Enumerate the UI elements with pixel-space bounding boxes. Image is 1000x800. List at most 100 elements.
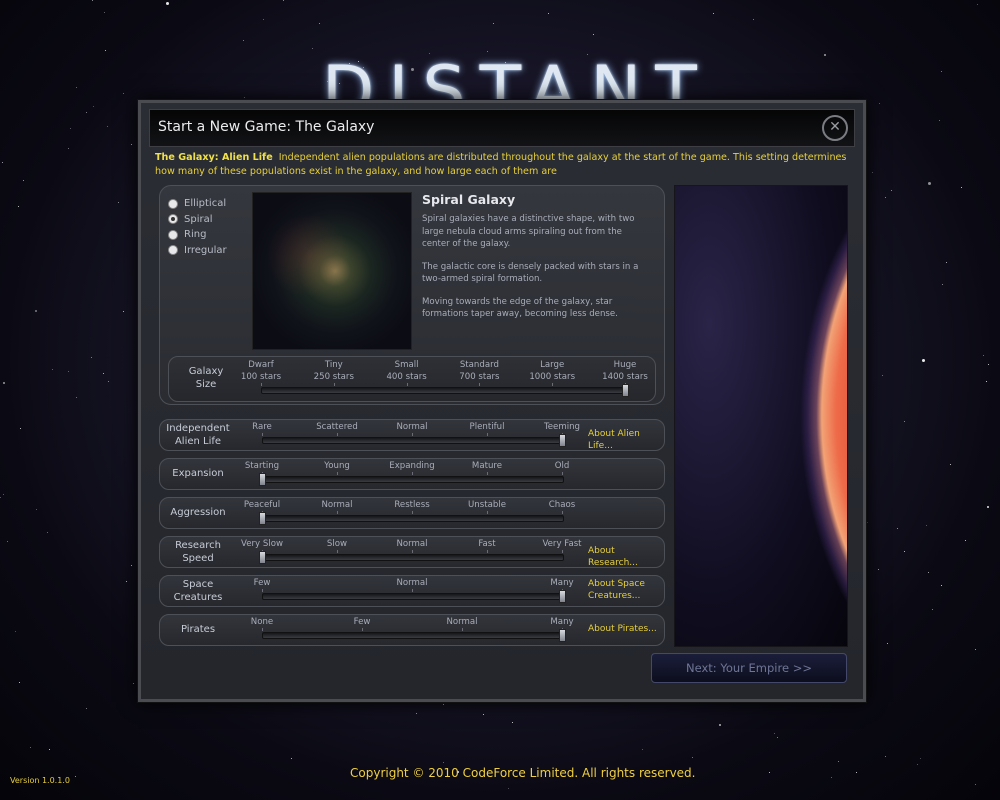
star-dot xyxy=(965,540,966,541)
star-dot xyxy=(68,148,69,149)
slider-tick-label: Large 1000 stars xyxy=(529,359,575,383)
setting-row-aggression: Aggression Peaceful Normal Restless Unstable… xyxy=(159,497,665,529)
slider-track[interactable] xyxy=(262,476,564,483)
star-dot xyxy=(856,772,857,773)
star-dot xyxy=(68,371,69,372)
star-dot xyxy=(904,551,905,552)
star-dot xyxy=(939,120,940,121)
galaxy-shape-option-irregular[interactable]: Irregular xyxy=(168,243,227,259)
size-name: Small xyxy=(394,360,419,370)
about-link-research-speed[interactable]: About Research... xyxy=(588,545,660,569)
slider-thumb[interactable] xyxy=(559,434,566,447)
slider-tick-label: Fast xyxy=(478,539,496,549)
setting-row-expansion: Expansion Starting Young Expanding Mature Old xyxy=(159,458,665,490)
star-count: 400 stars xyxy=(386,372,427,382)
star-dot xyxy=(15,631,16,632)
star-dot xyxy=(878,569,879,570)
setting-label: Space Creatures xyxy=(173,579,223,603)
star-dot xyxy=(126,581,127,582)
slider-tick-mark xyxy=(262,589,263,592)
slider-tick-mark xyxy=(262,628,263,631)
radio-button[interactable] xyxy=(168,229,178,240)
star-dot xyxy=(753,19,754,20)
star-dot xyxy=(91,357,92,358)
galaxy-size-slider-panel: Galaxy Size Dwarf 100 stars Tiny 250 stars S… xyxy=(168,356,656,402)
about-link-independent-alien-life[interactable]: About Alien Life... xyxy=(588,428,660,452)
star-dot xyxy=(108,381,109,382)
star-dot xyxy=(47,532,48,533)
slider-tick-mark xyxy=(362,628,363,631)
slider-tick-label: Many xyxy=(550,617,574,627)
size-name: Huge xyxy=(613,360,637,370)
star-dot xyxy=(18,206,19,207)
slider-track[interactable] xyxy=(261,387,627,394)
galaxy-shape-option-ring[interactable]: Ring xyxy=(168,227,227,243)
slider-thumb[interactable] xyxy=(259,512,266,525)
setting-label: Pirates xyxy=(180,624,216,635)
star-dot xyxy=(769,772,770,773)
slider-track[interactable] xyxy=(262,632,564,639)
slider-thumb[interactable] xyxy=(259,551,266,564)
star-dot xyxy=(243,40,244,41)
slider-tick-mark xyxy=(412,589,413,592)
close-button[interactable]: ✕ xyxy=(822,115,848,141)
slider-tick-mark xyxy=(412,472,413,475)
star-count: 1400 stars xyxy=(602,372,648,382)
star-dot xyxy=(19,682,20,683)
star-dot xyxy=(872,172,873,173)
galaxy-shape-option-elliptical[interactable]: Elliptical xyxy=(168,196,227,212)
star-dot xyxy=(917,764,918,765)
galaxy-shape-radio-group: Elliptical Spiral Ring Irregular xyxy=(168,196,227,258)
slider-track[interactable] xyxy=(262,515,564,522)
slider-tick-mark xyxy=(412,550,413,553)
star-dot xyxy=(642,749,643,750)
about-link-space-creatures[interactable]: About Space Creatures... xyxy=(588,578,660,602)
planet-artwork xyxy=(674,185,848,647)
next-your-empire-button[interactable]: Next: Your Empire >> xyxy=(651,653,847,683)
help-label: The Galaxy: Alien Life xyxy=(155,152,273,163)
slider-thumb[interactable] xyxy=(622,384,629,397)
radio-label: Irregular xyxy=(184,244,227,256)
slider-tick-mark xyxy=(487,472,488,475)
star-dot xyxy=(508,788,509,789)
slider-tick-label: Small 400 stars xyxy=(386,359,426,383)
slider-track[interactable] xyxy=(262,593,564,600)
star-dot xyxy=(244,97,245,98)
star-dot xyxy=(922,359,925,362)
slider-tick-label: Normal xyxy=(396,539,428,549)
star-dot xyxy=(283,0,284,1)
galaxy-size-label: Galaxy Size xyxy=(188,366,224,390)
slider-tick-label: Few xyxy=(353,617,371,627)
slider-tick-mark xyxy=(487,511,488,514)
slider-track[interactable] xyxy=(262,554,564,561)
slider-tick-mark xyxy=(337,433,338,436)
star-dot xyxy=(774,733,775,734)
slider-tick-label: Dwarf 100 stars xyxy=(241,359,281,383)
radio-button[interactable] xyxy=(168,245,178,256)
radio-button[interactable] xyxy=(168,214,178,225)
radio-button[interactable] xyxy=(168,198,178,209)
slider-tick-label: Very Slow xyxy=(241,539,283,549)
slider-thumb[interactable] xyxy=(559,590,566,603)
star-dot xyxy=(838,761,839,762)
size-name: Tiny xyxy=(324,360,343,370)
slider-tick-mark xyxy=(262,433,263,436)
slider-tick-label: Old xyxy=(554,461,570,471)
star-dot xyxy=(887,643,888,644)
slider-tick-label: Starting xyxy=(244,461,280,471)
star-dot xyxy=(20,428,21,429)
galaxy-shape-name: Spiral Galaxy xyxy=(422,192,516,207)
star-dot xyxy=(593,34,594,35)
about-link-pirates[interactable]: About Pirates... xyxy=(588,623,660,635)
slider-tick-mark xyxy=(479,383,481,386)
size-name: Dwarf xyxy=(248,360,274,370)
star-dot xyxy=(879,103,880,104)
slider-track[interactable] xyxy=(262,437,564,444)
galaxy-shape-option-spiral[interactable]: Spiral xyxy=(168,212,227,228)
slider-thumb[interactable] xyxy=(559,629,566,642)
dialog-titlebar: Start a New Game: The Galaxy ✕ xyxy=(149,109,855,147)
star-dot xyxy=(977,4,978,5)
star-dot xyxy=(692,757,693,758)
slider-thumb[interactable] xyxy=(259,473,266,486)
star-dot xyxy=(263,19,264,20)
